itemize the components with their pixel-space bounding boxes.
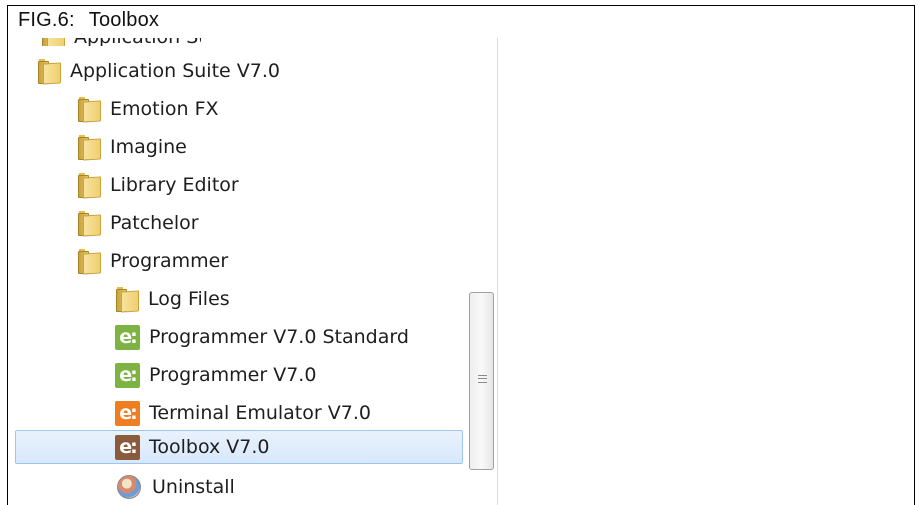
menu-item-label: Programmer V7.0 Standard — [149, 326, 409, 348]
menu-item-label: Terminal Emulator V7.0 — [149, 402, 371, 424]
menu-item-label: Emotion FX — [110, 98, 219, 120]
menu-item-programmer-v7-standard[interactable]: e: Programmer V7.0 Standard — [115, 318, 409, 356]
figure-title: Toolbox — [88, 9, 160, 31]
folder-icon — [41, 38, 65, 46]
menu-item-programmer[interactable]: Programmer — [77, 242, 228, 280]
scrollbar-thumb[interactable] — [469, 292, 494, 470]
programmer-app-icon: e: — [115, 324, 140, 350]
menu-item-label: Log Files — [148, 288, 230, 310]
menu-item-label: Uninstall — [152, 476, 235, 498]
menu-item-label: Programmer V7.0 — [149, 364, 317, 386]
menu-item-imagine[interactable]: Imagine — [77, 128, 187, 166]
menu-item-label: Library Editor — [110, 174, 239, 196]
menu-item-application-suite-v7[interactable]: Application Suite V7.0 — [37, 52, 280, 90]
menu-item-terminal-emulator-v7[interactable]: e: Terminal Emulator V7.0 — [115, 394, 371, 432]
folder-icon — [77, 249, 101, 275]
folder-icon — [115, 287, 139, 313]
list-item-label: Application Suite — [74, 38, 201, 46]
menu-item-label: Patchelor — [110, 212, 199, 234]
uninstall-icon — [117, 475, 141, 499]
figure-caption: FIG.6: Toolbox — [18, 9, 159, 32]
folder-icon — [77, 135, 101, 161]
folder-icon — [77, 97, 101, 123]
vertical-scrollbar[interactable] — [467, 38, 497, 505]
figure-label: FIG.6: — [18, 9, 75, 31]
menu-item-log-files[interactable]: Log Files — [115, 280, 230, 318]
menu-item-toolbox-v7[interactable]: e: Toolbox V7.0 — [115, 428, 270, 466]
menu-item-patchelor[interactable]: Patchelor — [77, 204, 199, 242]
folder-icon — [37, 59, 61, 85]
menu-item-label: Imagine — [110, 136, 187, 158]
toolbox-app-icon: e: — [115, 434, 140, 460]
menu-item-uninstall[interactable]: Uninstall — [117, 468, 235, 505]
programmer-app-icon: e: — [115, 362, 140, 388]
partial-list-item[interactable]: Application Suite — [41, 38, 201, 46]
menu-item-programmer-v7[interactable]: e: Programmer V7.0 — [115, 356, 316, 394]
folder-icon — [77, 173, 101, 199]
menu-item-emotion-fx[interactable]: Emotion FX — [77, 90, 219, 128]
terminal-app-icon: e: — [115, 400, 140, 426]
menu-item-library-editor[interactable]: Library Editor — [77, 166, 239, 204]
menu-item-label: Application Suite V7.0 — [70, 60, 280, 82]
menu-item-label: Programmer — [110, 250, 229, 272]
start-menu-programs-list: Application Suite Application Suite V7.0… — [15, 38, 498, 505]
folder-icon — [77, 211, 101, 237]
grip-icon — [478, 375, 487, 383]
menu-item-label: Toolbox V7.0 — [149, 436, 270, 458]
